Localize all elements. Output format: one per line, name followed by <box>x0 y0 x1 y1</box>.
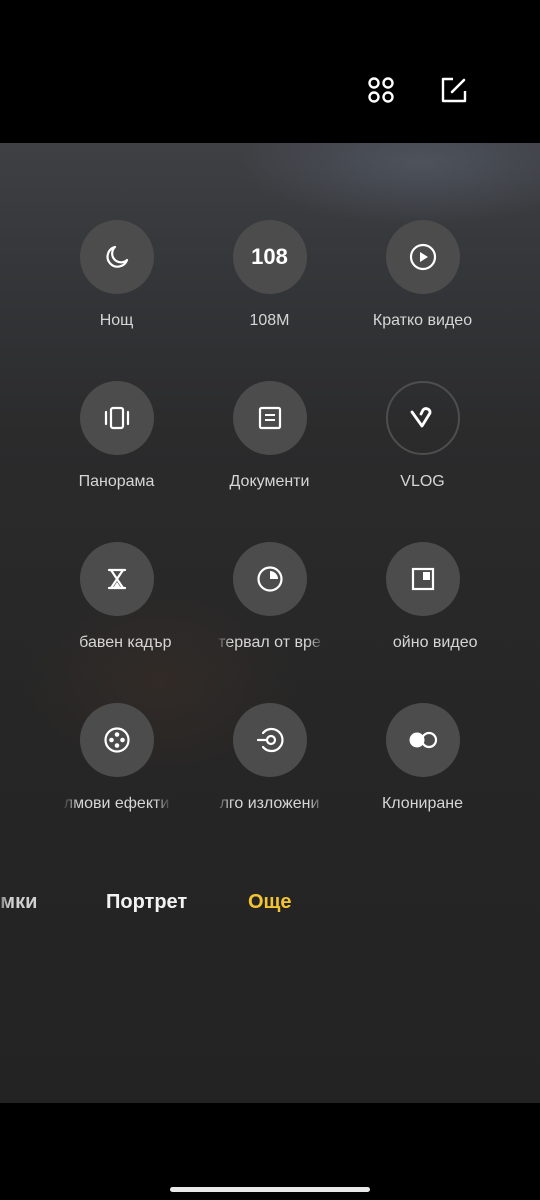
home-indicator[interactable] <box>170 1187 370 1192</box>
mode-film-effects[interactable]: лмови ефекти <box>40 703 193 813</box>
mode-label: Клониране <box>381 795 464 812</box>
tab-portrait[interactable]: Портрет <box>106 891 187 914</box>
mode-label: тервал от вре <box>218 634 321 651</box>
tab-photo[interactable]: имки <box>0 891 37 914</box>
tab-more[interactable]: Още <box>248 891 292 914</box>
mode-label: лмови ефекти <box>63 795 170 812</box>
mode-dual-video[interactable]: ойно видео <box>346 542 499 652</box>
film-reel-icon <box>79 703 154 777</box>
mode-long-exposure[interactable]: лго изложени <box>193 703 346 813</box>
mode-panorama[interactable]: Панорама <box>40 381 193 491</box>
mode-108m[interactable]: 108 108M <box>193 220 346 330</box>
top-bar <box>0 0 540 143</box>
dual-video-icon <box>385 542 460 616</box>
mode-tabs: имки Портрет Още <box>0 891 540 921</box>
mode-clone[interactable]: Клониране <box>346 703 499 813</box>
bottom-bar <box>0 1103 540 1200</box>
mode-label: ойно видео <box>392 634 478 651</box>
clone-icon <box>385 703 460 777</box>
mode-documents[interactable]: Документи <box>193 381 346 491</box>
hourglass-icon <box>79 542 154 616</box>
mode-label: Документи <box>229 473 310 490</box>
mode-vlog[interactable]: VLOG <box>346 381 499 491</box>
panorama-icon <box>79 381 154 455</box>
108-icon-text: 108 <box>251 244 288 269</box>
mode-slow-motion[interactable]: бавен кадър <box>40 542 193 652</box>
camera-viewfinder: Нощ 108 108M Кратко видео Панорама Докум… <box>0 143 540 1103</box>
mode-label: VLOG <box>400 473 445 490</box>
document-icon <box>232 381 307 455</box>
108-icon: 108 <box>232 220 307 294</box>
mode-label: Кратко видео <box>372 312 473 329</box>
mode-label: Панорама <box>78 473 155 490</box>
moon-icon <box>79 220 154 294</box>
mode-short-video[interactable]: Кратко видео <box>346 220 499 330</box>
mode-time-lapse[interactable]: тервал от вре <box>193 542 346 652</box>
mode-label: Нощ <box>99 312 134 329</box>
mode-label: 108M <box>249 312 290 329</box>
grid-icon[interactable] <box>361 70 401 110</box>
mode-label: бавен кадър <box>79 634 172 651</box>
vlog-icon <box>385 381 460 455</box>
mode-night[interactable]: Нощ <box>40 220 193 330</box>
long-exposure-icon <box>232 703 307 777</box>
edit-icon[interactable] <box>434 70 474 110</box>
play-circle-icon <box>385 220 460 294</box>
mode-label: лго изложени <box>219 795 320 812</box>
timer-icon <box>232 542 307 616</box>
